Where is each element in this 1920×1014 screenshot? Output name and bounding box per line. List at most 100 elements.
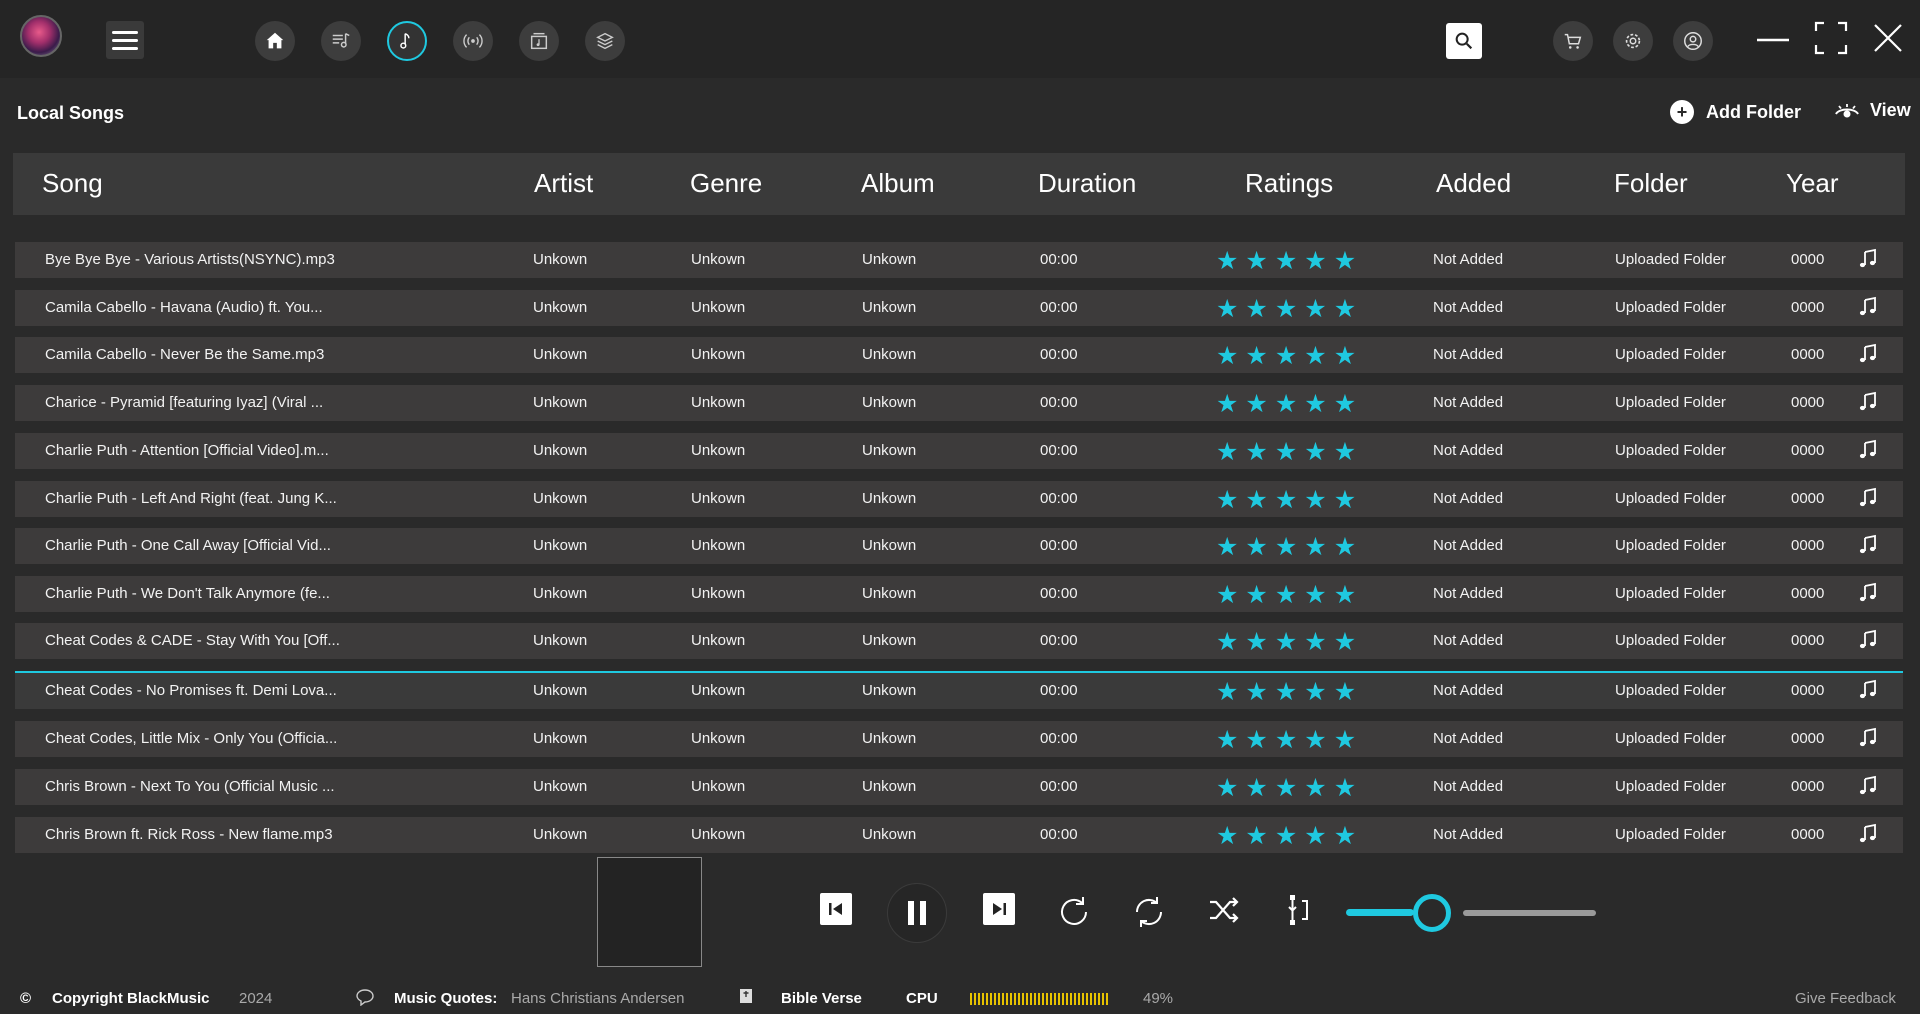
give-feedback-link[interactable]: Give Feedback: [1795, 990, 1896, 1007]
column-header-artist[interactable]: Artist: [534, 168, 593, 199]
table-row[interactable]: Charlie Puth - Attention [Official Video…: [15, 433, 1903, 469]
star-icon[interactable]: ★: [1275, 246, 1297, 276]
table-row[interactable]: Cheat Codes - No Promises ft. Demi Lova.…: [15, 671, 1903, 709]
star-icon[interactable]: ★: [1216, 821, 1238, 851]
radio-icon[interactable]: [453, 21, 493, 61]
search-button[interactable]: [1446, 23, 1482, 59]
star-icon[interactable]: ★: [1216, 246, 1238, 276]
column-header-year[interactable]: Year: [1786, 168, 1839, 199]
view-button[interactable]: View: [1834, 100, 1911, 121]
settings-gear-icon[interactable]: [1613, 21, 1653, 61]
star-icon[interactable]: ★: [1304, 580, 1326, 610]
rating-stars[interactable]: ★ ★ ★ ★ ★: [1216, 580, 1356, 610]
star-icon[interactable]: ★: [1334, 437, 1356, 467]
repeat-button[interactable]: [1055, 893, 1093, 931]
rating-stars[interactable]: ★ ★ ★ ★ ★: [1216, 246, 1356, 276]
star-icon[interactable]: ★: [1334, 677, 1356, 707]
column-header-song[interactable]: Song: [42, 168, 103, 199]
star-icon[interactable]: ★: [1275, 532, 1297, 562]
music-note-icon[interactable]: [1857, 343, 1879, 365]
rating-stars[interactable]: ★ ★ ★ ★ ★: [1216, 773, 1356, 803]
star-icon[interactable]: ★: [1216, 389, 1238, 419]
table-row[interactable]: Charlie Puth - Left And Right (feat. Jun…: [15, 481, 1903, 517]
table-row[interactable]: Cheat Codes & CADE - Stay With You [Off.…: [15, 623, 1903, 659]
star-icon[interactable]: ★: [1334, 773, 1356, 803]
star-icon[interactable]: ★: [1334, 246, 1356, 276]
table-row[interactable]: Charlie Puth - We Don't Talk Anymore (fe…: [15, 576, 1903, 612]
close-button[interactable]: [1868, 18, 1908, 58]
column-header-genre[interactable]: Genre: [690, 168, 762, 199]
cart-icon[interactable]: [1553, 21, 1593, 61]
star-icon[interactable]: ★: [1216, 532, 1238, 562]
star-icon[interactable]: ★: [1275, 485, 1297, 515]
star-icon[interactable]: ★: [1304, 389, 1326, 419]
hamburger-menu-button[interactable]: [106, 21, 144, 59]
music-note-icon[interactable]: [1857, 391, 1879, 413]
rating-stars[interactable]: ★ ★ ★ ★ ★: [1216, 341, 1356, 371]
pause-button[interactable]: [887, 883, 947, 943]
star-icon[interactable]: ★: [1216, 580, 1238, 610]
music-note-icon[interactable]: [1857, 439, 1879, 461]
table-row[interactable]: Chris Brown ft. Rick Ross - New flame.mp…: [15, 817, 1903, 853]
star-icon[interactable]: ★: [1334, 485, 1356, 515]
music-note-icon[interactable]: [1857, 775, 1879, 797]
star-icon[interactable]: ★: [1304, 437, 1326, 467]
column-header-album[interactable]: Album: [861, 168, 935, 199]
music-note-icon[interactable]: [1857, 296, 1879, 318]
music-quotes-author[interactable]: Hans Christians Andersen: [511, 990, 684, 1007]
star-icon[interactable]: ★: [1275, 341, 1297, 371]
star-icon[interactable]: ★: [1216, 341, 1238, 371]
table-row[interactable]: Bye Bye Bye - Various Artists(NSYNC).mp3…: [15, 242, 1903, 278]
star-icon[interactable]: ★: [1275, 627, 1297, 657]
star-icon[interactable]: ★: [1304, 532, 1326, 562]
star-icon[interactable]: ★: [1216, 437, 1238, 467]
star-icon[interactable]: ★: [1304, 294, 1326, 324]
rating-stars[interactable]: ★ ★ ★ ★ ★: [1216, 532, 1356, 562]
star-icon[interactable]: ★: [1334, 580, 1356, 610]
star-icon[interactable]: ★: [1304, 821, 1326, 851]
user-profile-icon[interactable]: [1673, 21, 1713, 61]
star-icon[interactable]: ★: [1216, 627, 1238, 657]
star-icon[interactable]: ★: [1245, 677, 1267, 707]
bible-verse-label[interactable]: Bible Verse: [781, 990, 862, 1007]
star-icon[interactable]: ★: [1245, 532, 1267, 562]
star-icon[interactable]: ★: [1245, 389, 1267, 419]
star-icon[interactable]: ★: [1245, 437, 1267, 467]
column-header-ratings[interactable]: Ratings: [1245, 168, 1333, 199]
table-row[interactable]: Charice - Pyramid [featuring Iyaz] (Vira…: [15, 385, 1903, 421]
star-icon[interactable]: ★: [1334, 725, 1356, 755]
star-icon[interactable]: ★: [1216, 773, 1238, 803]
column-header-duration[interactable]: Duration: [1038, 168, 1136, 199]
star-icon[interactable]: ★: [1334, 627, 1356, 657]
star-icon[interactable]: ★: [1275, 677, 1297, 707]
star-icon[interactable]: ★: [1245, 246, 1267, 276]
star-icon[interactable]: ★: [1334, 389, 1356, 419]
rating-stars[interactable]: ★ ★ ★ ★ ★: [1216, 485, 1356, 515]
rating-stars[interactable]: ★ ★ ★ ★ ★: [1216, 821, 1356, 851]
star-icon[interactable]: ★: [1334, 341, 1356, 371]
music-note-icon[interactable]: [1857, 727, 1879, 749]
star-icon[interactable]: ★: [1334, 532, 1356, 562]
column-header-added[interactable]: Added: [1436, 168, 1511, 199]
star-icon[interactable]: ★: [1245, 627, 1267, 657]
add-folder-button[interactable]: + Add Folder: [1670, 100, 1801, 124]
star-icon[interactable]: ★: [1275, 580, 1297, 610]
star-icon[interactable]: ★: [1275, 389, 1297, 419]
table-row[interactable]: Camila Cabello - Never Be the Same.mp3 Un…: [15, 337, 1903, 373]
volume-slider-track[interactable]: [1463, 910, 1596, 916]
star-icon[interactable]: ★: [1245, 725, 1267, 755]
layers-icon[interactable]: [585, 21, 625, 61]
star-icon[interactable]: ★: [1275, 725, 1297, 755]
star-icon[interactable]: ★: [1245, 294, 1267, 324]
star-icon[interactable]: ★: [1304, 246, 1326, 276]
volume-slider-handle[interactable]: [1413, 894, 1451, 932]
star-icon[interactable]: ★: [1304, 725, 1326, 755]
star-icon[interactable]: ★: [1245, 341, 1267, 371]
next-button[interactable]: [983, 893, 1015, 925]
queue-sort-button[interactable]: [1281, 893, 1315, 927]
star-icon[interactable]: ★: [1245, 485, 1267, 515]
music-note-icon[interactable]: [1857, 582, 1879, 604]
playlist-icon[interactable]: [321, 21, 361, 61]
music-note-icon[interactable]: [1857, 534, 1879, 556]
star-icon[interactable]: ★: [1304, 773, 1326, 803]
